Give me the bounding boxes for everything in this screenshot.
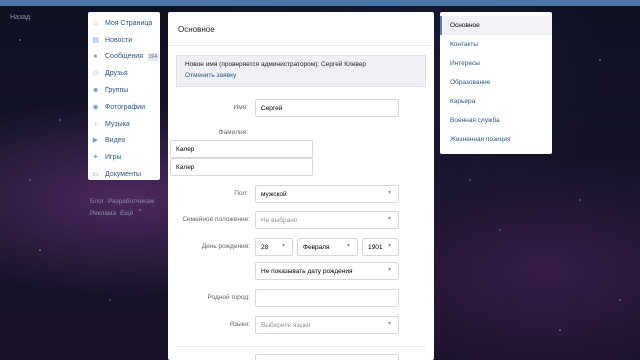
languages-placeholder: Выберите языки [261,321,311,329]
birthday-visibility-select[interactable]: Не показывать дату рождения ▾ [255,262,399,280]
nav-item-label: Друзья [105,70,128,78]
chevron-down-icon: ▾ [388,267,392,273]
birthday-month-value: Февраля [303,243,330,251]
tab-basic[interactable]: Основное [440,16,552,35]
first-name-label: Имя: [233,104,248,111]
birthday-visibility-value: Не показывать дату рождения [261,267,353,275]
nav-item-games[interactable]: ✦ Игры [88,149,160,166]
birthday-month-select[interactable]: Февраля ▾ [297,238,358,256]
footer-link-more[interactable]: Ещё [120,210,133,217]
nav-item-label: Музыка [105,120,130,128]
marital-status-value: Не выбрано [261,216,298,224]
nav-item-music[interactable]: ♪ Музыка [88,116,160,133]
chevron-down-icon: ▾ [388,190,392,196]
nav-item-news[interactable]: ▤ Новости [88,32,160,49]
nav-item-documents[interactable]: ▭ Документы [88,166,160,183]
nav-item-messages[interactable]: ● Сообщения 194 [88,49,160,66]
tab-education[interactable]: Образование [440,73,552,92]
news-icon: ▤ [92,36,99,44]
main-panel: Основное Новое имя (проверяется админист… [168,12,434,360]
nav-item-video[interactable]: ▶ Видео [88,133,160,150]
messages-count-badge: 194 [146,52,159,61]
name-change-notice: Новое имя (проверяется администратором):… [176,55,426,87]
nav-item-label: Видео [105,137,126,145]
nav-item-label: Документы [105,171,142,179]
section-divider [176,346,426,347]
nav-item-label: Сообщения [105,53,143,61]
footer-links: Блог Разработчикам Реклама Ещё [90,196,162,220]
languages-label: Языки: [229,321,250,328]
nav-item-label: Моя Страница [105,19,153,27]
nav-item-label: Фотографии [105,103,146,111]
back-label: Назад [10,14,31,21]
languages-select[interactable]: Выберите языки ▾ [255,316,399,334]
footer-link-developers[interactable]: Разработчикам [108,198,154,205]
marital-status-label: Семейное положение: [182,216,250,223]
chevron-down-icon: ▾ [388,216,392,222]
music-icon: ♪ [93,120,98,128]
next-field-partial[interactable] [255,354,399,360]
page-title: Основное [168,12,434,46]
friends-icon: ☺ [92,70,100,78]
games-icon: ✦ [92,154,99,162]
tab-contacts[interactable]: Контакты [440,35,552,54]
hometown-label: Родной город: [207,294,251,301]
chevron-down-icon: ▾ [347,243,351,249]
messages-icon: ● [93,53,98,61]
nav-item-friends[interactable]: ☺ Друзья [88,65,160,82]
nav-item-photos[interactable]: ◉ Фотографии [88,99,160,116]
hometown-input[interactable] [255,289,399,307]
marital-status-select[interactable]: Не выбрано ▾ [255,211,399,229]
left-navigation: ⌂ Моя Страница ▤ Новости ● Сообщения 194… [88,12,160,180]
nav-item-label: Новости [105,36,133,44]
last-name-label: Фамилия: [218,129,248,136]
birthday-year-value: 1901 [368,243,383,251]
cancel-request-link[interactable]: Отменить заявку [185,72,417,79]
sex-select[interactable]: мужской ▾ [255,185,399,203]
tab-life-position[interactable]: Жизненная позиция [440,130,552,149]
sex-label: Пол: [234,190,248,197]
birthday-label: День рождения: [201,243,250,250]
nav-item-groups[interactable]: ☻ Группы [88,82,160,99]
video-icon: ▶ [92,137,99,145]
first-name-input[interactable]: Сергей [255,99,399,117]
photos-icon: ◉ [92,103,99,111]
birthday-day-value: 28 [261,243,269,251]
last-name-input-secondary[interactable]: Калер [170,158,313,176]
documents-icon: ▭ [92,171,99,179]
groups-icon: ☻ [92,87,100,95]
chevron-down-icon: ▾ [282,243,286,249]
birthday-day-select[interactable]: 28 ▾ [255,238,293,256]
chevron-down-icon: ▾ [388,321,392,327]
footer-link-blog[interactable]: Блог [90,198,104,205]
last-name-input[interactable]: Калер [170,140,313,158]
home-icon: ⌂ [93,19,98,27]
nav-item-label: Группы [105,87,129,95]
nav-item-label: Игры [105,154,122,162]
footer-link-ads[interactable]: Реклама [90,210,116,217]
notice-text: Новое имя (проверяется администратором):… [185,61,367,68]
tab-career[interactable]: Карьера [440,92,552,111]
top-bar [0,0,640,6]
tab-military-service[interactable]: Военная служба [440,111,552,130]
tab-interests[interactable]: Интересы [440,54,552,73]
chevron-down-icon: ▾ [388,243,392,249]
nav-item-my-page[interactable]: ⌂ Моя Страница [88,15,160,32]
birthday-year-select[interactable]: 1901 ▾ [362,238,399,256]
back-link[interactable]: Назад [10,14,30,21]
right-navigation: Основное Контакты Интересы Образование К… [440,12,552,154]
sex-value: мужской [261,190,287,198]
